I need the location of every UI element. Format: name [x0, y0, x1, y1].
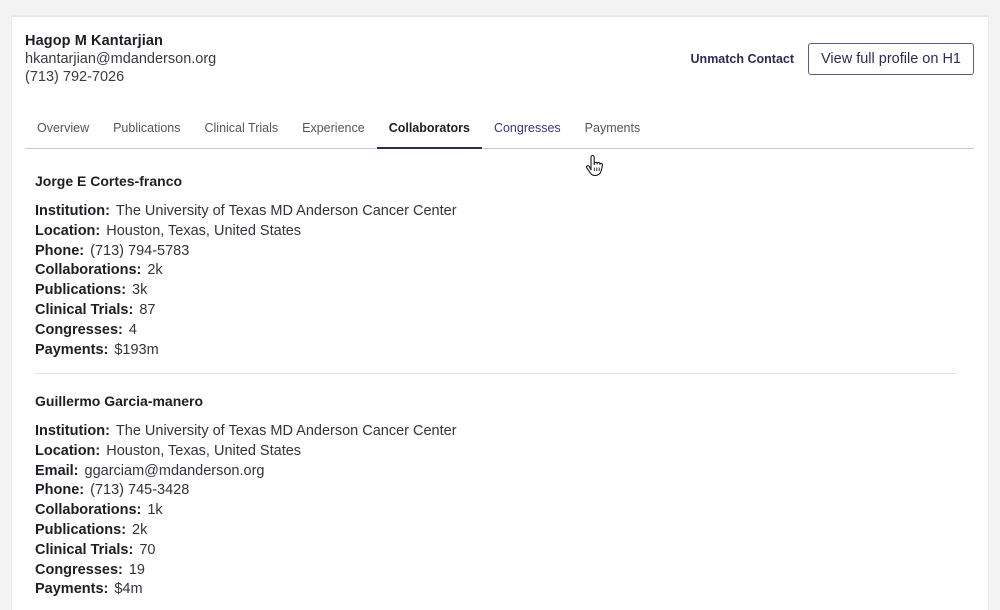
collaborator-field: Email: ggarciam@mdanderson.org	[35, 462, 956, 482]
field-value: 2k	[132, 521, 148, 538]
contact-panel: Hagop M Kantarjian hkantarjian@mdanderso…	[12, 16, 988, 610]
field-value: 1k	[147, 502, 163, 519]
field-value: $4m	[114, 581, 143, 598]
field-value: 70	[139, 541, 156, 558]
field-label: Collaborations:	[35, 262, 142, 279]
field-value: Houston, Texas, United States	[106, 222, 302, 239]
tab-overview[interactable]: Overview	[25, 117, 101, 148]
field-label: Publications:	[35, 282, 127, 299]
profile-tabs: Overview Publications Clinical Trials Ex…	[25, 117, 974, 149]
view-full-profile-button[interactable]: View full profile on H1	[808, 43, 974, 75]
collaborator-field: Congresses: 4	[35, 321, 956, 341]
tab-collaborators[interactable]: Collaborators	[376, 117, 483, 149]
tab-payments[interactable]: Payments	[573, 117, 653, 148]
collaborator-name[interactable]: Jorge E Cortes-franco	[35, 173, 956, 189]
collaborator-field: Collaborations: 1k	[35, 501, 956, 521]
field-label: Phone:	[35, 242, 85, 259]
field-value: 3k	[132, 282, 148, 299]
collaborator-field: Publications: 3k	[35, 281, 956, 301]
collaborator-field: Congresses: 19	[35, 561, 956, 581]
tab-congresses[interactable]: Congresses	[482, 117, 573, 148]
field-label: Institution:	[35, 423, 110, 439]
collaborator-field: Clinical Trials: 70	[35, 541, 956, 561]
field-value[interactable]: ggarciam@mdanderson.org	[85, 463, 265, 479]
field-value: The University of Texas MD Anderson Canc…	[115, 203, 457, 219]
collaborator-field: Clinical Trials: 87	[35, 301, 956, 321]
field-label: Institution:	[35, 203, 110, 219]
collaborator-field: Phone: (713) 794-5783	[35, 242, 956, 262]
header-actions: Unmatch Contact View full profile on H1	[691, 43, 974, 75]
collaborator-field: Location: Houston, Texas, United States	[35, 222, 956, 242]
collaborator-field: Phone: (713) 745-3428	[35, 481, 956, 501]
field-value: $193m	[114, 341, 159, 358]
field-value: (713) 794-5783	[90, 242, 190, 259]
field-value: (713) 745-3428	[90, 482, 190, 499]
collaborator-field: Location: Houston, Texas, United States	[35, 442, 956, 462]
collaborator-card: Guillermo Garcia-manero Institution: The …	[35, 393, 956, 600]
field-label: Congresses:	[35, 561, 123, 578]
tab-experience[interactable]: Experience	[290, 117, 377, 148]
collaborator-field: Publications: 2k	[35, 521, 956, 541]
field-label: Location:	[35, 222, 101, 239]
field-value: Houston, Texas, United States	[106, 442, 302, 459]
collaborator-field: Institution: The University of Texas MD A…	[35, 422, 956, 442]
collaborator-card: Jorge E Cortes-franco Institution: The Un…	[35, 173, 956, 360]
unmatch-contact-link[interactable]: Unmatch Contact	[691, 52, 794, 66]
field-label: Location:	[35, 442, 101, 459]
field-label: Congresses:	[35, 321, 123, 338]
field-value: The University of Texas MD Anderson Canc…	[115, 423, 457, 439]
collaborator-divider	[35, 373, 956, 374]
field-label: Email:	[35, 462, 79, 479]
collaborator-field: Payments: $4m	[35, 580, 956, 600]
field-label: Collaborations:	[35, 502, 142, 519]
field-label: Clinical Trials:	[35, 301, 134, 318]
contact-header: Hagop M Kantarjian hkantarjian@mdanderso…	[25, 33, 974, 93]
tab-publications[interactable]: Publications	[101, 117, 192, 148]
collaborator-name[interactable]: Guillermo Garcia-manero	[35, 393, 956, 409]
field-label: Publications:	[35, 521, 127, 538]
tab-clinical-trials[interactable]: Clinical Trials	[193, 117, 291, 148]
field-label: Payments:	[35, 341, 109, 358]
field-value: 2k	[147, 262, 163, 279]
field-label: Payments:	[35, 581, 109, 598]
collaborator-field: Collaborations: 2k	[35, 261, 956, 281]
field-value: 19	[128, 561, 145, 578]
field-value: 4	[128, 321, 137, 338]
field-label: Phone:	[35, 482, 85, 499]
field-label: Clinical Trials:	[35, 541, 134, 558]
collaborator-field: Payments: $193m	[35, 341, 956, 361]
hand-pointer-icon	[585, 155, 604, 176]
field-value: 87	[139, 301, 156, 318]
collaborator-field: Institution: The University of Texas MD A…	[35, 202, 956, 222]
